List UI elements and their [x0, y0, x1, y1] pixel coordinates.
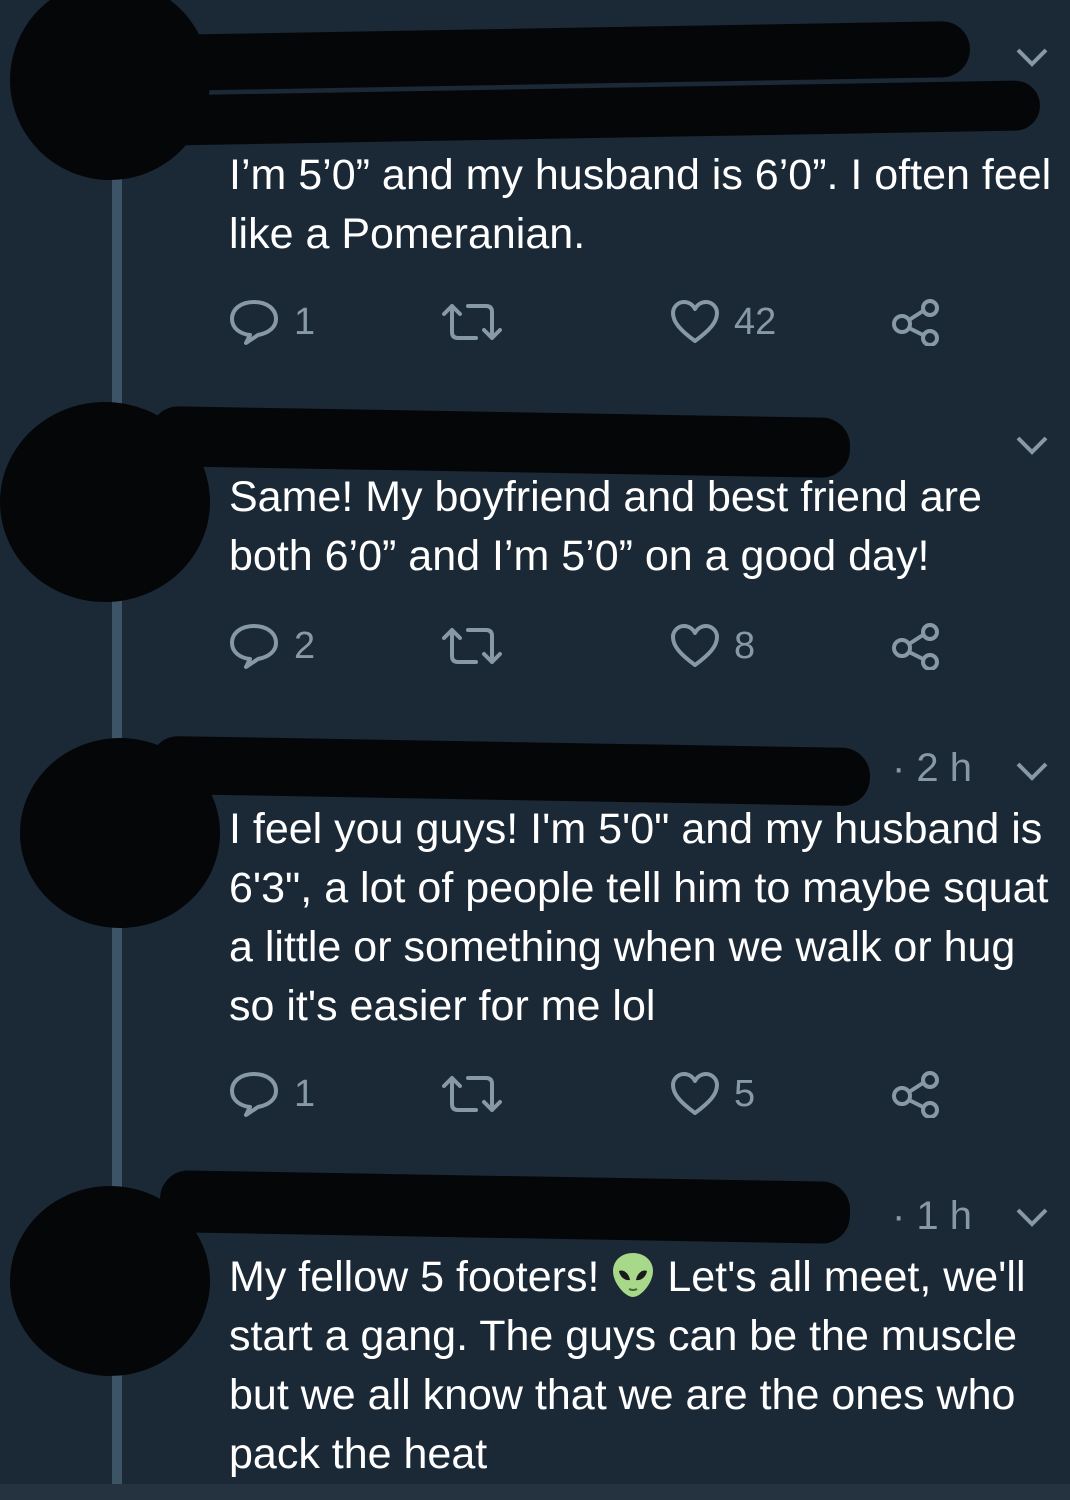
heart-icon — [671, 624, 719, 667]
redacted-username — [149, 735, 871, 807]
like-count: 5 — [734, 1072, 756, 1115]
tweet-time: · 1 h — [892, 1194, 973, 1238]
like-button[interactable]: 8 — [670, 616, 755, 676]
like-button[interactable]: 42 — [670, 292, 776, 352]
share-button[interactable] — [890, 292, 942, 352]
reply-button[interactable]: 1 — [228, 1064, 315, 1124]
heart-icon — [671, 1072, 719, 1115]
retweet-button[interactable] — [440, 292, 518, 352]
reply-button[interactable]: 2 — [228, 616, 315, 676]
retweet-arrows-icon — [442, 1076, 502, 1112]
chevron-down-icon[interactable] — [1012, 1198, 1052, 1238]
redacted-username — [159, 1169, 851, 1245]
tweet-text: My fellow 5 footers! Let's all meet, we'… — [229, 1248, 1059, 1484]
retweet-arrows-icon — [442, 628, 502, 664]
tweet-text-part-1: My fellow 5 footers! — [229, 1253, 612, 1301]
tweet-actions: 1 5 — [228, 1064, 948, 1124]
retweet-button[interactable] — [440, 616, 518, 676]
retweet-button[interactable] — [440, 1064, 518, 1124]
share-nodes-icon — [892, 1071, 939, 1118]
bottom-divider — [0, 1484, 1070, 1500]
chevron-down-icon[interactable] — [1012, 38, 1052, 78]
reply-bubble-icon — [230, 1072, 278, 1117]
tweet-time: · 2 h — [892, 746, 973, 790]
like-count: 8 — [734, 624, 756, 667]
redacted-handle — [149, 80, 1041, 146]
heart-icon — [671, 300, 719, 343]
tweet-text: Same! My boyfriend and best friend are b… — [229, 473, 994, 580]
chevron-down-icon[interactable] — [1012, 752, 1052, 792]
chevron-down-icon[interactable] — [1012, 426, 1052, 466]
reply-count: 1 — [294, 1072, 316, 1115]
reply-bubble-icon — [230, 300, 278, 345]
reply-bubble-icon — [230, 624, 278, 669]
share-nodes-icon — [892, 299, 939, 346]
retweet-arrows-icon — [442, 304, 502, 340]
like-button[interactable]: 5 — [670, 1064, 755, 1124]
reply-count: 2 — [294, 624, 316, 667]
share-nodes-icon — [892, 623, 939, 670]
reply-button[interactable]: 1 — [228, 292, 315, 352]
redacted-username — [149, 20, 971, 92]
share-button[interactable] — [890, 616, 942, 676]
share-button[interactable] — [890, 1064, 942, 1124]
alien-emoji-icon — [613, 1253, 654, 1297]
tweet-text: I’m 5’0” and my husband is 6’0”. I often… — [229, 151, 1064, 258]
tweet-actions: 1 42 — [228, 292, 948, 352]
tweet-actions: 2 8 — [228, 616, 948, 676]
like-count: 42 — [734, 300, 777, 343]
reply-count: 1 — [294, 300, 316, 343]
tweet-text: I feel you guys! I'm 5'0" and my husband… — [229, 805, 1061, 1030]
